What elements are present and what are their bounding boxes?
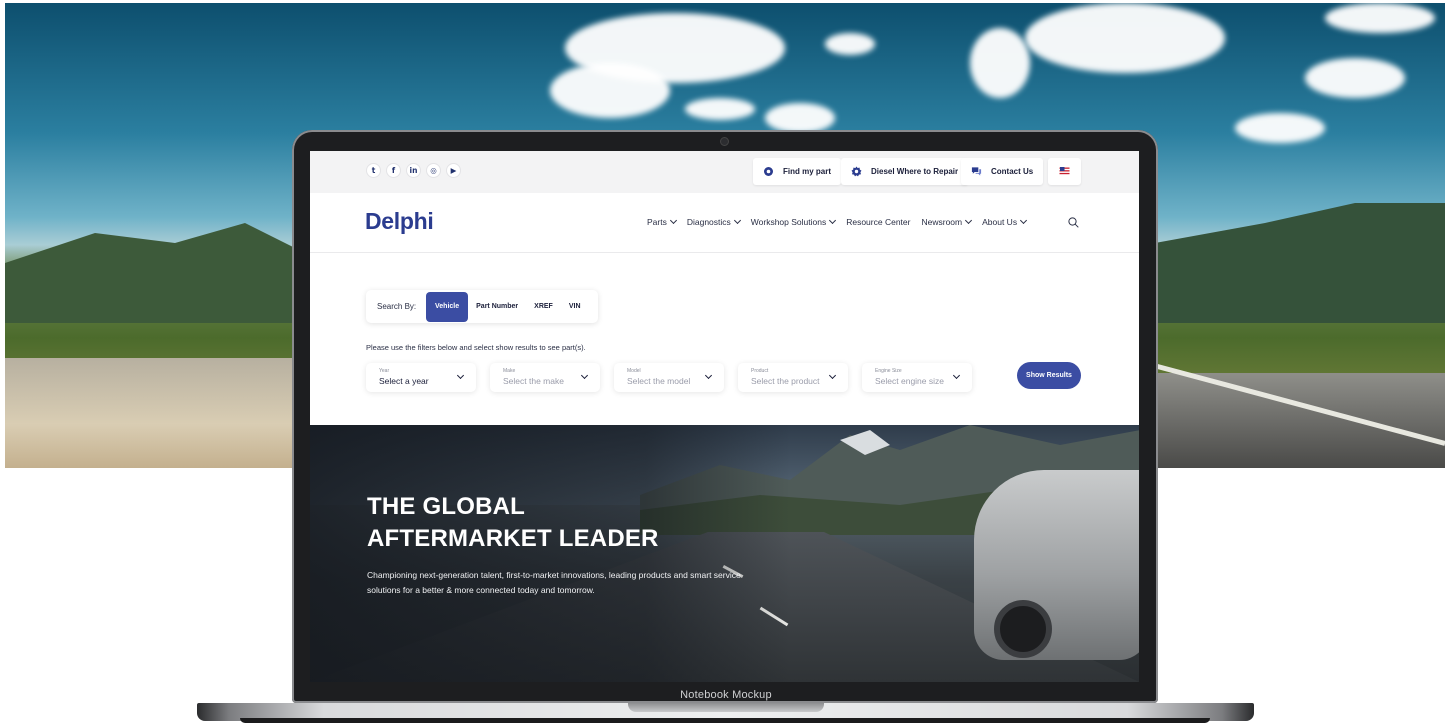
hero-title-line1: THE GLOBAL <box>367 493 525 520</box>
chevron-down-icon <box>580 371 589 380</box>
hero-banner: THE GLOBAL AFTERMARKET LEADER Championin… <box>310 425 1139 682</box>
hero-title-line2: AFTERMARKET LEADER <box>367 525 659 552</box>
diesel-repair-label: Diesel Where to Repair <box>871 167 959 176</box>
twitter-icon[interactable]: t <box>366 163 381 178</box>
contact-us-label: Contact Us <box>991 167 1034 176</box>
us-flag-icon <box>1059 166 1070 177</box>
chevron-down-icon <box>1020 216 1028 225</box>
nav-item-diagnostics[interactable]: Diagnostics <box>687 216 741 227</box>
tab-part-number[interactable]: Part Number <box>468 292 526 322</box>
youtube-icon[interactable]: ▶ <box>446 163 461 178</box>
social-links: t f in ◎ ▶ <box>366 163 461 178</box>
facebook-icon[interactable]: f <box>386 163 401 178</box>
chevron-down-icon <box>965 216 973 225</box>
tab-xref[interactable]: XREF <box>526 292 561 322</box>
website-screen: t f in ◎ ▶ Find my part Diesel Where to … <box>310 151 1139 682</box>
tab-vin[interactable]: VIN <box>561 292 589 322</box>
chevron-down-icon <box>828 371 837 380</box>
utility-bar: t f in ◎ ▶ Find my part Diesel Where to … <box>310 151 1139 193</box>
mockup-stage: Notebook Mockup t f in ◎ ▶ Find my part <box>0 0 1450 723</box>
search-by-label: Search By: <box>377 302 417 311</box>
instagram-icon[interactable]: ◎ <box>426 163 441 178</box>
nav-menu: Parts Diagnostics Workshop Solutions Res… <box>647 216 1028 227</box>
search-by-tabs: Search By: Vehicle Part Number XREF VIN <box>366 290 598 323</box>
nav-item-resource-center[interactable]: Resource Center <box>846 217 910 227</box>
nav-item-parts[interactable]: Parts <box>647 216 677 227</box>
chevron-down-icon <box>456 371 465 380</box>
car-image <box>974 470 1139 660</box>
language-selector[interactable] <box>1048 158 1081 185</box>
nav-item-workshop-solutions[interactable]: Workshop Solutions <box>751 216 837 227</box>
camera-icon <box>720 137 729 146</box>
linkedin-icon[interactable]: in <box>406 163 421 178</box>
nav-item-newsroom[interactable]: Newsroom <box>921 216 973 227</box>
engine-size-select[interactable]: Engine Size Select engine size <box>862 363 972 392</box>
tab-vehicle[interactable]: Vehicle <box>426 291 469 322</box>
laptop-notch <box>628 703 824 712</box>
nav-item-about-us[interactable]: About Us <box>982 216 1028 227</box>
diesel-repair-button[interactable]: Diesel Where to Repair <box>841 158 969 185</box>
hero-description: Championing next-generation talent, firs… <box>367 570 741 595</box>
delphi-logo[interactable]: Delphi <box>365 208 434 235</box>
find-part-button[interactable]: Find my part <box>753 158 842 185</box>
show-results-button[interactable]: Show Results <box>1017 362 1081 389</box>
find-part-label: Find my part <box>783 167 832 176</box>
chevron-down-icon <box>829 216 837 225</box>
chevron-down-icon <box>952 371 961 380</box>
product-select[interactable]: Product Select the product <box>738 363 848 392</box>
gear-icon <box>763 166 774 177</box>
chevron-down-icon <box>704 371 713 380</box>
search-icon[interactable] <box>1068 215 1079 233</box>
year-select[interactable]: Year Select a year <box>366 363 476 392</box>
mockup-label: Notebook Mockup <box>680 689 772 701</box>
make-select[interactable]: Make Select the make <box>490 363 600 392</box>
chevron-down-icon <box>669 216 677 225</box>
model-select[interactable]: Model Select the model <box>614 363 724 392</box>
filter-hint: Please use the filters below and select … <box>366 343 586 352</box>
chevron-down-icon <box>733 216 741 225</box>
chat-icon <box>971 166 982 177</box>
contact-us-button[interactable]: Contact Us <box>961 158 1044 185</box>
cog-icon <box>851 166 862 177</box>
